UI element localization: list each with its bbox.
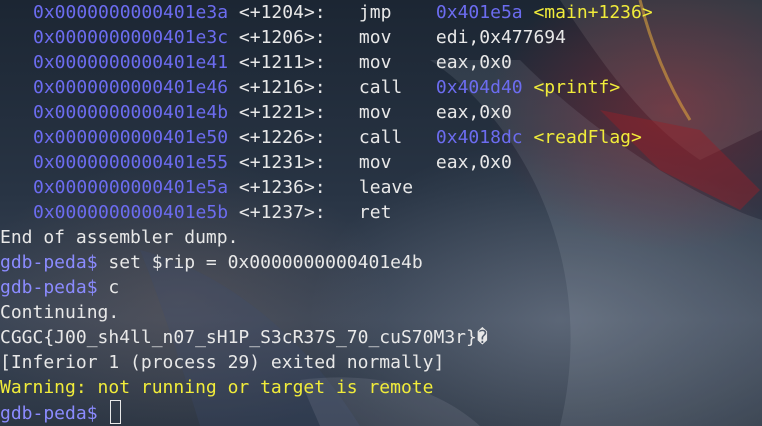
inferior-exit-line: [Inferior 1 (process 29) exited normally…: [0, 352, 445, 373]
instruction-offset: <+1237>:: [238, 202, 326, 223]
instruction-address: 0x0000000000401e4b: [33, 102, 229, 123]
instruction-operand: eax,0x0: [435, 152, 512, 173]
instruction-address: 0x0000000000401e46: [33, 77, 229, 98]
jump-target-address: 0x404d40: [435, 77, 523, 98]
instruction-mnemonic: mov: [358, 152, 392, 173]
instruction-offset: <+1226>:: [238, 127, 326, 148]
gdb-prompt: gdb-peda$: [0, 252, 98, 273]
instruction-mnemonic: mov: [358, 52, 392, 73]
asm-line: 0x0000000000401e50 <+1226>: call 0x4018dc …: [0, 125, 762, 150]
instruction-mnemonic: mov: [358, 27, 392, 48]
asm-line: 0x0000000000401e3a <+1204>: jmp 0x401e5a <…: [0, 0, 762, 25]
asm-line: 0x0000000000401e3c <+1206>: mov edi,0x4776…: [0, 25, 762, 50]
instruction-offset: <+1204>:: [238, 2, 326, 23]
instruction-mnemonic: jmp: [358, 2, 392, 23]
asm-line: 0x0000000000401e55 <+1231>: mov eax,0x0: [0, 150, 762, 175]
instruction-address: 0x0000000000401e3a: [33, 2, 229, 23]
warning-line: Warning: not running or target is remote: [0, 377, 434, 398]
instruction-address: 0x0000000000401e5a: [33, 177, 229, 198]
instruction-operand: eax,0x0: [435, 102, 512, 123]
instruction-offset: <+1221>:: [238, 102, 326, 123]
instruction-offset: <+1216>:: [238, 77, 326, 98]
instruction-address: 0x0000000000401e3c: [33, 27, 229, 48]
symbol-reference: <printf>: [533, 77, 621, 98]
instruction-address: 0x0000000000401e5b: [33, 202, 229, 223]
asm-line: 0x0000000000401e5b <+1237>: ret: [0, 200, 762, 225]
jump-target-address: 0x4018dc: [435, 127, 523, 148]
asm-line: 0x0000000000401e4b <+1221>: mov eax,0x0: [0, 100, 762, 125]
instruction-offset: <+1211>:: [238, 52, 326, 73]
symbol-reference: <main+1236>: [533, 2, 653, 23]
gdb-prompt: gdb-peda$: [0, 277, 98, 298]
prompt-line-set-rip: gdb-peda$ set $rip = 0x0000000000401e4b: [0, 250, 762, 275]
prompt-line-continue: gdb-peda$ c: [0, 275, 762, 300]
continuing-line: Continuing.: [0, 302, 120, 323]
instruction-mnemonic: ret: [358, 202, 392, 223]
flag-output-line: CGGC{J00_sh4ll_n07_sH1P_S3cR37S_70_cuS70…: [0, 327, 488, 348]
instruction-offset: <+1206>:: [238, 27, 326, 48]
instruction-mnemonic: leave: [358, 177, 414, 198]
symbol-reference: <readFlag>: [533, 127, 642, 148]
instruction-mnemonic: call: [358, 77, 403, 98]
gdb-prompt: gdb-peda$: [0, 403, 98, 424]
prompt-line-active: gdb-peda$: [0, 400, 762, 425]
terminal-output: 0x0000000000401e3a <+1204>: jmp 0x401e5a <…: [0, 0, 762, 425]
instruction-operand: edi,0x477694: [435, 27, 566, 48]
text-cursor[interactable]: [110, 400, 122, 424]
asm-line: 0x0000000000401e5a <+1236>: leave: [0, 175, 762, 200]
jump-target-address: 0x401e5a: [435, 2, 523, 23]
instruction-address: 0x0000000000401e41: [33, 52, 229, 73]
instruction-offset: <+1236>:: [238, 177, 326, 198]
instruction-address: 0x0000000000401e50: [33, 127, 229, 148]
asm-line: 0x0000000000401e41 <+1211>: mov eax,0x0: [0, 50, 762, 75]
instruction-mnemonic: call: [358, 127, 403, 148]
command-text: set $rip = 0x0000000000401e4b: [108, 252, 423, 273]
command-text: c: [108, 277, 120, 298]
asm-line: 0x0000000000401e46 <+1216>: call 0x404d40 …: [0, 75, 762, 100]
instruction-mnemonic: mov: [358, 102, 392, 123]
instruction-offset: <+1231>:: [238, 152, 326, 173]
instruction-operand: eax,0x0: [435, 52, 512, 73]
end-of-dump-line: End of assembler dump.: [0, 227, 239, 248]
instruction-address: 0x0000000000401e55: [33, 152, 229, 173]
terminal-window[interactable]: 0x0000000000401e3a <+1204>: jmp 0x401e5a <…: [0, 0, 762, 426]
